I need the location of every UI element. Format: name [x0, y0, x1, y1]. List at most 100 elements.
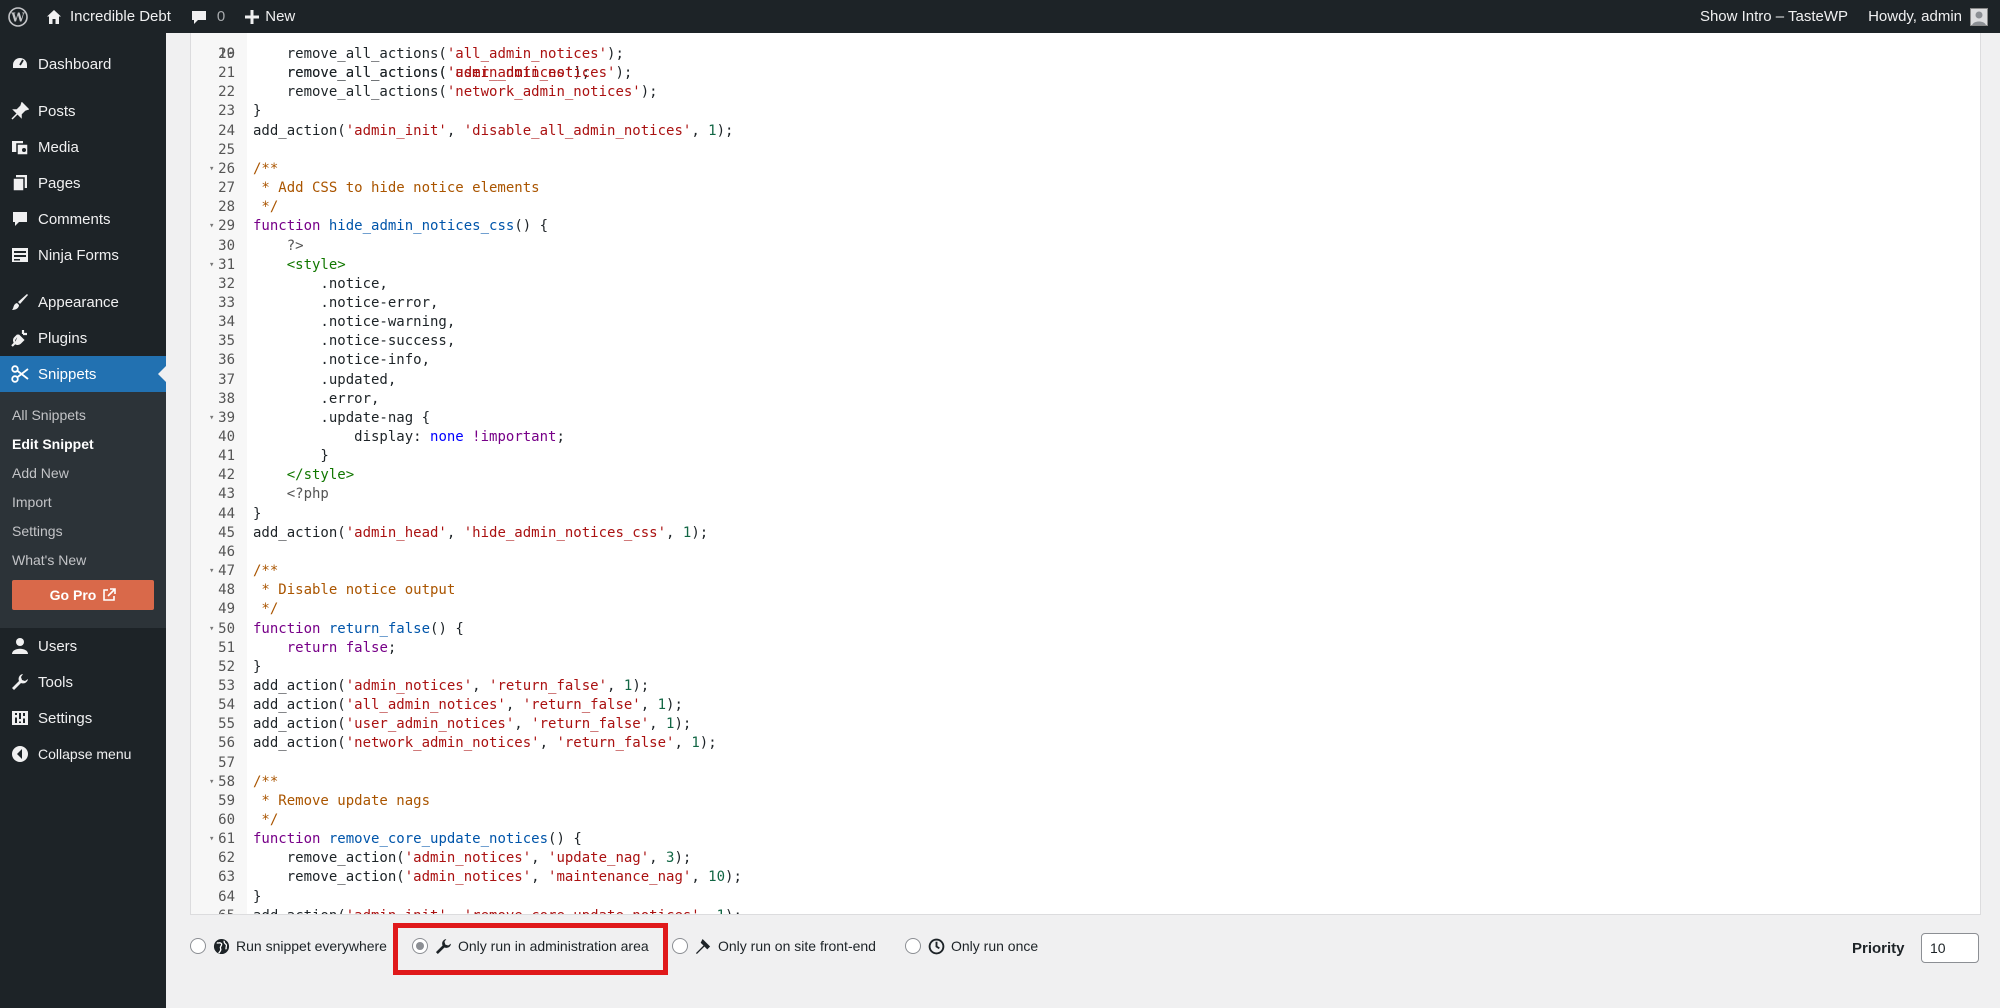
menu-dashboard[interactable]: Dashboard — [0, 46, 166, 82]
code-line: 19 remove_all_actions('admin_notices'); — [218, 46, 591, 81]
code-text: } — [253, 658, 262, 675]
submenu-all-snippets[interactable]: All Snippets — [0, 400, 166, 429]
code-text: .notice, — [253, 275, 388, 292]
code-line: 52} — [191, 658, 1980, 677]
code-line: 41 } — [191, 447, 1980, 466]
menu-users[interactable]: Users — [0, 628, 166, 664]
code-text: function return_false() { — [253, 620, 464, 637]
new-content-link[interactable]: New — [235, 0, 305, 33]
show-intro-label: Show Intro – TasteWP — [1699, 8, 1849, 25]
code-line: 21 remove_all_actions('user_admin_notice… — [191, 64, 1980, 83]
collapse-icon — [10, 744, 30, 764]
line-number: 24 — [218, 122, 235, 139]
show-intro-link[interactable]: Show Intro – TasteWP — [1690, 0, 1858, 33]
code-line: 36 .notice-info, — [191, 351, 1980, 370]
wordpress-logo-icon[interactable]: W — [0, 0, 36, 33]
line-number: 21 — [218, 65, 235, 82]
code-editor[interactable]: 19 remove_all_actions('admin_notices'); … — [190, 33, 1981, 915]
code-text: /** — [253, 160, 279, 177]
code-text: add_action('user_admin_notices', 'return… — [253, 716, 692, 733]
scope-once-radio[interactable] — [905, 938, 921, 954]
code-line: 20 remove_all_actions('all_admin_notices… — [191, 45, 1980, 64]
menu-collapse[interactable]: Collapse menu — [0, 736, 166, 772]
line-number: 43 — [218, 486, 235, 503]
comments-link[interactable]: 0 — [181, 0, 235, 33]
menu-posts[interactable]: Posts — [0, 93, 166, 129]
menu-plugins[interactable]: Plugins — [0, 320, 166, 356]
code-line: ▾ 58/** — [191, 773, 1980, 792]
menu-settings[interactable]: Settings — [0, 700, 166, 736]
wrench-icon — [10, 672, 30, 692]
snippets-submenu: All Snippets Edit Snippet Add New Import… — [0, 392, 166, 628]
line-number: 31 — [218, 256, 235, 273]
code-line: 38 .error, — [191, 390, 1980, 409]
code-line: 25 — [191, 141, 1980, 160]
submenu-settings[interactable]: Settings — [0, 516, 166, 545]
pages-icon — [10, 173, 30, 193]
line-number: 36 — [218, 352, 235, 369]
line-number: 28 — [218, 199, 235, 216]
line-number: 37 — [218, 371, 235, 388]
pin-icon — [10, 101, 30, 121]
menu-snippets[interactable]: Snippets — [0, 356, 166, 392]
scope-everywhere-option[interactable]: Run snippet everywhere — [190, 925, 387, 967]
code-line: 28 */ — [191, 198, 1980, 217]
scope-once-option[interactable]: Only run once — [905, 925, 1038, 967]
dashboard-icon — [10, 54, 30, 74]
menu-appearance[interactable]: Appearance — [0, 284, 166, 320]
scope-frontend-option[interactable]: Only run on site front-end — [672, 925, 876, 967]
globe-icon — [212, 937, 230, 955]
code-line: 33 .notice-error, — [191, 294, 1980, 313]
comments-count: 0 — [216, 8, 226, 25]
submenu-add-new[interactable]: Add New — [0, 458, 166, 487]
scope-everywhere-radio[interactable] — [190, 938, 206, 954]
avatar — [1970, 7, 1988, 26]
code-line: 51 return false; — [191, 639, 1980, 658]
code-text: remove_action('admin_notices', 'update_n… — [253, 850, 692, 867]
forms-icon — [10, 245, 30, 265]
code-line: 44} — [191, 505, 1980, 524]
account-link[interactable]: Howdy, admin — [1858, 0, 2000, 33]
submenu-import[interactable]: Import — [0, 487, 166, 516]
code-line: 37 .updated, — [191, 371, 1980, 390]
code-line: 55 add_action('user_admin_notices', 'retu… — [191, 715, 1980, 734]
line-number: 58 — [218, 773, 235, 790]
brush-icon — [10, 292, 30, 312]
line-number: 42 — [218, 467, 235, 484]
submenu-edit-snippet[interactable]: Edit Snippet — [0, 429, 166, 458]
menu-ninja-forms[interactable]: Ninja Forms — [0, 237, 166, 273]
menu-tools[interactable]: Tools — [0, 664, 166, 700]
code-text: .updated, — [253, 371, 397, 388]
priority-input[interactable] — [1921, 933, 1979, 963]
menu-pages[interactable]: Pages — [0, 165, 166, 201]
site-name-link[interactable]: Incredible Debt — [36, 0, 181, 33]
menu-media[interactable]: Media — [0, 129, 166, 165]
line-number: 41 — [218, 448, 235, 465]
submenu-whats-new[interactable]: What's New — [0, 545, 166, 574]
menu-comments[interactable]: Comments — [0, 201, 166, 237]
admin-bar: W Incredible Debt 0 New Show Intro – Tas… — [0, 0, 2000, 33]
howdy-label: Howdy, admin — [1868, 8, 1962, 25]
hammer-icon — [694, 937, 712, 955]
line-number: 61 — [218, 831, 235, 848]
plus-icon — [245, 9, 260, 24]
line-number: 52 — [218, 658, 235, 675]
code-line: ▾ 26/** — [191, 160, 1980, 179]
code-text: * Disable notice output — [253, 582, 456, 599]
code-text: add_action('network_admin_notices', 'ret… — [253, 735, 717, 752]
code-text: .notice-info, — [253, 352, 431, 369]
code-line: 56 add_action('network_admin_notices', 'r… — [191, 734, 1980, 753]
media-icon — [10, 137, 30, 157]
scope-frontend-radio[interactable] — [672, 938, 688, 954]
line-number: 30 — [218, 237, 235, 254]
code-text: remove_all_actions('network_admin_notice… — [253, 84, 658, 101]
go-pro-button[interactable]: Go Pro — [12, 580, 154, 610]
line-number: 32 — [218, 275, 235, 292]
line-number: 29 — [218, 218, 235, 235]
code-line: 62 remove_action('admin_notices', 'updat… — [191, 849, 1980, 868]
code-text: add_action('admin_notices', 'return_fals… — [253, 677, 650, 694]
code-text: .notice-error, — [253, 294, 439, 311]
admin-sidebar: Dashboard Posts Media Pages Comments Nin… — [0, 33, 166, 1008]
line-number: 57 — [218, 754, 235, 771]
line-number: 59 — [218, 792, 235, 809]
